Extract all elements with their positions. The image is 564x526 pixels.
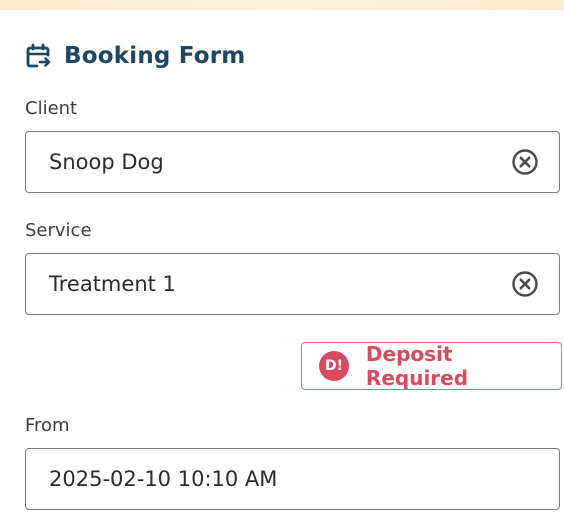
deposit-alert-icon: D! bbox=[319, 351, 349, 381]
form-header: Booking Form bbox=[25, 40, 245, 72]
top-strip bbox=[0, 0, 564, 10]
service-value[interactable]: Treatment 1 bbox=[49, 272, 511, 296]
from-datetime-field[interactable]: 2025-02-10 10:10 AM bbox=[25, 448, 560, 510]
clear-service-icon[interactable] bbox=[511, 270, 539, 298]
booking-form-page: Booking Form Client Snoop Dog Service Tr… bbox=[0, 0, 564, 526]
clear-client-icon[interactable] bbox=[511, 148, 539, 176]
service-label: Service bbox=[25, 220, 92, 241]
deposit-required-text: Deposit Required bbox=[365, 342, 469, 390]
client-label: Client bbox=[25, 98, 78, 119]
from-label: From bbox=[25, 415, 70, 436]
from-value[interactable]: 2025-02-10 10:10 AM bbox=[49, 467, 559, 491]
client-field[interactable]: Snoop Dog bbox=[25, 131, 560, 193]
client-value[interactable]: Snoop Dog bbox=[49, 150, 511, 174]
calendar-arrow-icon bbox=[25, 43, 51, 69]
page-title: Booking Form bbox=[64, 43, 246, 69]
deposit-required-badge[interactable]: D! Deposit Required bbox=[301, 342, 562, 390]
service-field[interactable]: Treatment 1 bbox=[25, 253, 560, 315]
